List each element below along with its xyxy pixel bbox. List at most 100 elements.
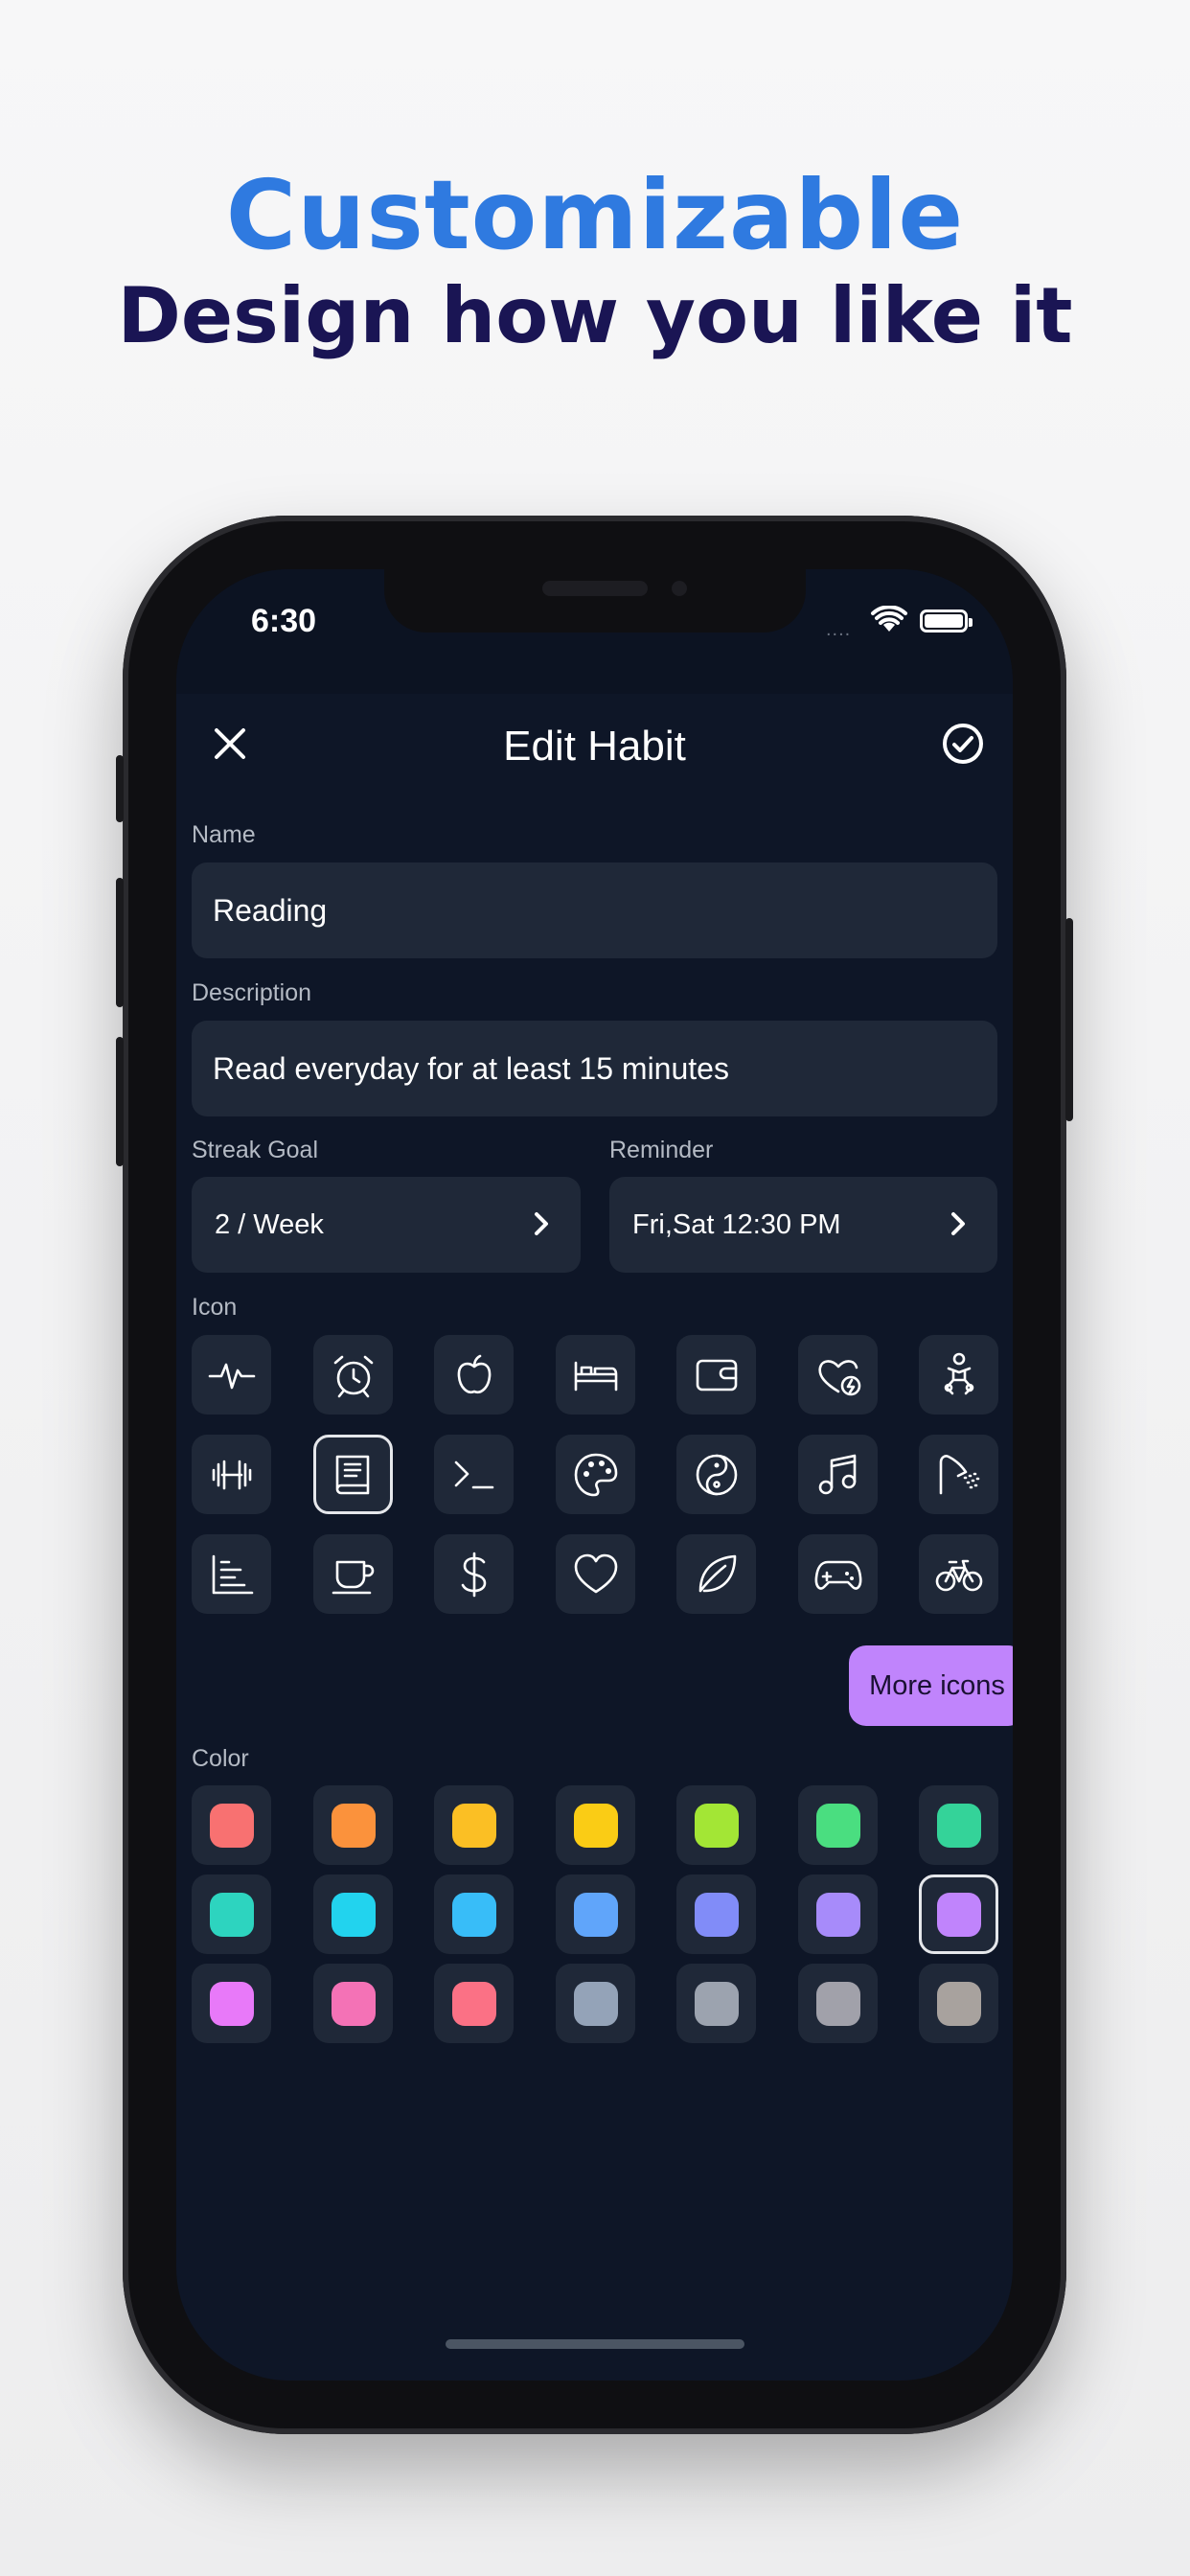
headline: Customizable Design how you like it: [0, 163, 1190, 364]
apple-icon: [457, 1354, 491, 1393]
color-swatch: [451, 1803, 496, 1848]
color-option[interactable]: [676, 1874, 756, 1954]
color-swatch: [694, 1892, 739, 1937]
name-label: Name: [192, 821, 256, 848]
color-option[interactable]: [798, 1964, 878, 2043]
status-bar: 6:30 ....: [176, 569, 1013, 694]
icon-option-yin-yang[interactable]: [676, 1435, 756, 1514]
icon-label: Icon: [192, 1294, 238, 1321]
more-icons-button[interactable]: More icons: [849, 1645, 1013, 1726]
icon-option-heart-bolt[interactable]: [798, 1335, 878, 1414]
yin-yang-icon: [696, 1454, 737, 1495]
color-label: Color: [192, 1745, 249, 1772]
phone-volume-down: [116, 1037, 124, 1166]
color-swatch: [209, 1981, 254, 2026]
pulse-icon: [208, 1363, 255, 1389]
color-option[interactable]: [919, 1964, 998, 2043]
color-option[interactable]: [919, 1785, 998, 1865]
icon-option-baby[interactable]: [919, 1335, 998, 1414]
color-option[interactable]: [798, 1785, 878, 1865]
color-swatch: [331, 1803, 376, 1848]
music-note-icon: [818, 1454, 856, 1494]
dollar-icon: [461, 1552, 486, 1597]
heart-bolt-icon: [817, 1359, 860, 1395]
description-field[interactable]: Read everyday for at least 15 minutes: [192, 1021, 997, 1116]
color-swatch: [209, 1892, 254, 1937]
reminder-value: Fri,Sat 12:30 PM: [632, 1208, 841, 1240]
terminal-icon: [454, 1460, 493, 1488]
color-swatch: [331, 1981, 376, 2026]
alarm-clock-icon: [333, 1355, 373, 1397]
icon-option-pulse[interactable]: [192, 1335, 271, 1414]
color-option[interactable]: [556, 1785, 635, 1865]
icon-option-book[interactable]: [313, 1435, 393, 1514]
shower-icon: [939, 1454, 979, 1494]
notch: [384, 569, 806, 632]
icon-option-wallet[interactable]: [676, 1335, 756, 1414]
color-option[interactable]: [192, 1964, 271, 2043]
streak-goal-label: Streak Goal: [192, 1137, 319, 1163]
color-option[interactable]: [313, 1874, 393, 1954]
reminder-picker[interactable]: Fri,Sat 12:30 PM: [609, 1177, 997, 1273]
phone-power-button: [1065, 918, 1073, 1121]
color-option[interactable]: [192, 1874, 271, 1954]
bed-icon: [574, 1361, 617, 1391]
icon-option-leaf[interactable]: [676, 1534, 756, 1614]
icon-option-apple[interactable]: [434, 1335, 514, 1414]
icon-option-alarm-clock[interactable]: [313, 1335, 393, 1414]
icon-option-gamepad[interactable]: [798, 1534, 878, 1614]
color-swatch: [451, 1892, 496, 1937]
headline-title: Customizable: [225, 159, 965, 271]
check-circle-icon[interactable]: [936, 717, 990, 770]
streak-goal-value: 2 / Week: [215, 1208, 324, 1240]
color-option[interactable]: [434, 1785, 514, 1865]
icon-option-dumbbell[interactable]: [192, 1435, 271, 1514]
heart-icon: [574, 1553, 617, 1593]
status-time: 6:30: [251, 603, 317, 639]
color-swatch: [936, 1803, 981, 1848]
color-option[interactable]: [919, 1874, 998, 1954]
wifi-icon: [871, 606, 907, 632]
icon-option-bar-chart[interactable]: [192, 1534, 271, 1614]
icon-option-bed[interactable]: [556, 1335, 635, 1414]
color-option[interactable]: [434, 1874, 514, 1954]
color-option[interactable]: [192, 1785, 271, 1865]
battery-icon: [920, 610, 973, 632]
color-option[interactable]: [676, 1785, 756, 1865]
color-option[interactable]: [556, 1874, 635, 1954]
color-option[interactable]: [313, 1964, 393, 2043]
bar-chart-icon: [212, 1554, 253, 1594]
icon-option-palette[interactable]: [556, 1435, 635, 1514]
icon-option-dollar[interactable]: [434, 1534, 514, 1614]
color-option[interactable]: [556, 1964, 635, 2043]
bicycle-icon: [935, 1559, 982, 1591]
palette-icon: [574, 1453, 617, 1496]
description-label: Description: [192, 979, 312, 1006]
color-option[interactable]: [313, 1785, 393, 1865]
icon-option-coffee-cup[interactable]: [313, 1534, 393, 1614]
icon-option-terminal[interactable]: [434, 1435, 514, 1514]
color-swatch: [694, 1981, 739, 2026]
color-option[interactable]: [676, 1964, 756, 2043]
phone-frame: 6:30 .... Edit Habit Name Reading Descri…: [116, 516, 1073, 2434]
dumbbell-icon: [212, 1460, 251, 1489]
chevron-right-icon: [951, 1212, 965, 1235]
coffee-cup-icon: [332, 1560, 374, 1594]
name-field[interactable]: Reading: [192, 862, 997, 958]
streak-goal-picker[interactable]: 2 / Week: [192, 1177, 581, 1273]
icon-option-shower[interactable]: [919, 1435, 998, 1514]
app-bar: Edit Habit: [176, 694, 1013, 799]
color-swatch: [573, 1981, 618, 2026]
icon-option-bicycle[interactable]: [919, 1534, 998, 1614]
color-swatch: [936, 1981, 981, 2026]
color-swatch: [815, 1803, 860, 1848]
icon-option-heart[interactable]: [556, 1534, 635, 1614]
chevron-right-icon: [535, 1212, 548, 1235]
color-swatch: [209, 1803, 254, 1848]
color-swatch: [936, 1892, 981, 1937]
color-option[interactable]: [798, 1874, 878, 1954]
color-swatch: [451, 1981, 496, 2026]
phone-volume-up: [116, 878, 124, 1007]
color-option[interactable]: [434, 1964, 514, 2043]
icon-option-music-note[interactable]: [798, 1435, 878, 1514]
